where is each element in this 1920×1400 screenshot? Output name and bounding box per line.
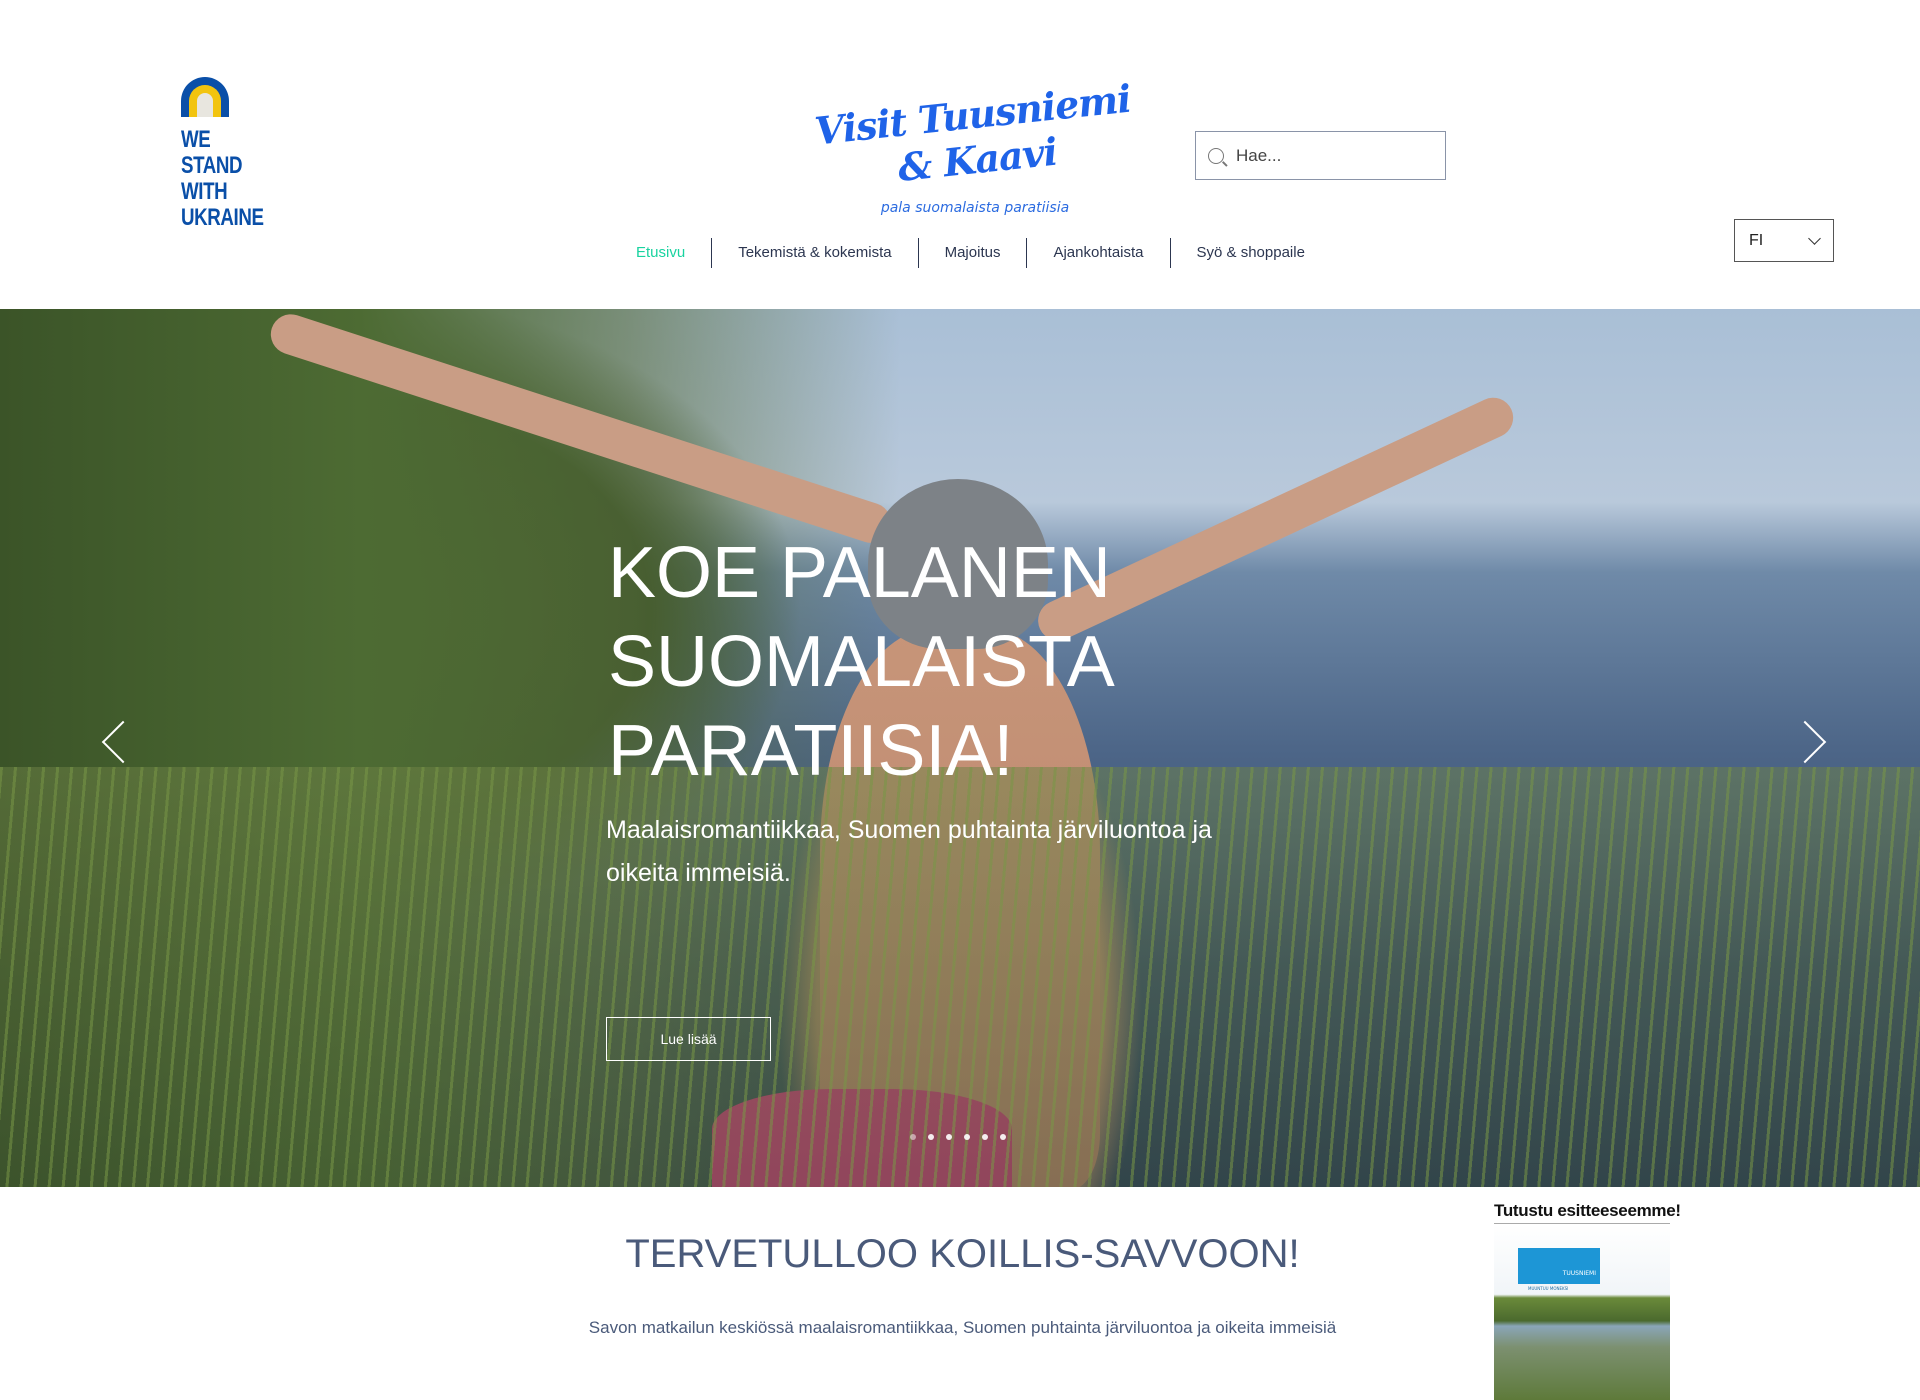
slide-dot[interactable] bbox=[928, 1134, 934, 1140]
nav-item-ajankohtaista[interactable]: Ajankohtaista bbox=[1026, 238, 1169, 268]
language-selector[interactable]: FI bbox=[1734, 219, 1834, 262]
language-value: FI bbox=[1749, 231, 1764, 249]
slide-indicators bbox=[910, 1134, 1006, 1140]
search-box[interactable] bbox=[1195, 131, 1446, 180]
brochure-slogan: MUUNTUU MONEKSI bbox=[1528, 1286, 1569, 1291]
chevron-right-icon[interactable] bbox=[1783, 720, 1827, 764]
site-logo[interactable]: Visit Tuusniemi & Kaavi pala suomalaista… bbox=[800, 76, 1150, 216]
search-input[interactable] bbox=[1236, 145, 1426, 166]
ukraine-arch-icon bbox=[181, 77, 229, 117]
slide-dot[interactable] bbox=[1000, 1134, 1006, 1140]
brochure-cover-image[interactable]: TUUSNIEMI MUUNTUU MONEKSI bbox=[1494, 1223, 1670, 1400]
brand-title: Visit Tuusniemi & Kaavi bbox=[812, 75, 1133, 191]
read-more-button[interactable]: Lue lisää bbox=[606, 1017, 771, 1061]
nav-item-etusivu[interactable]: Etusivu bbox=[610, 238, 711, 268]
we-stand-with-ukraine-logo[interactable]: WE STAND WITH UKRAINE bbox=[181, 77, 271, 231]
brochure-title: Tutustu esitteeseemme! bbox=[1494, 1201, 1681, 1220]
tuusniemi-logo: TUUSNIEMI bbox=[1518, 1248, 1600, 1284]
main-nav: Etusivu Tekemistä & kokemista Majoitus A… bbox=[610, 238, 1331, 268]
ukraine-logo-text: WE STAND WITH UKRAINE bbox=[181, 126, 264, 231]
slide-dot[interactable] bbox=[910, 1134, 916, 1140]
hero-heading: KOE PALANEN SUOMALAISTA PARATIISIA! bbox=[608, 533, 1115, 791]
chevron-down-icon bbox=[1808, 231, 1821, 245]
brand-tagline: pala suomalaista paratiisia bbox=[880, 200, 1070, 216]
hero-slideshow: KOE PALANEN SUOMALAISTA PARATIISIA! Maal… bbox=[0, 309, 1920, 1187]
slide-dot[interactable] bbox=[946, 1134, 952, 1140]
nav-item-majoitus[interactable]: Majoitus bbox=[917, 238, 1027, 268]
search-icon bbox=[1208, 147, 1224, 164]
nav-item-syo-shoppaile[interactable]: Syö & shoppaile bbox=[1169, 238, 1331, 268]
nav-item-tekemista[interactable]: Tekemistä & kokemista bbox=[711, 238, 917, 268]
hero-subtitle: Maalaisromantiikkaa, Suomen puhtainta jä… bbox=[606, 816, 1212, 887]
slide-dot[interactable] bbox=[982, 1134, 988, 1140]
slide-dot[interactable] bbox=[964, 1134, 970, 1140]
